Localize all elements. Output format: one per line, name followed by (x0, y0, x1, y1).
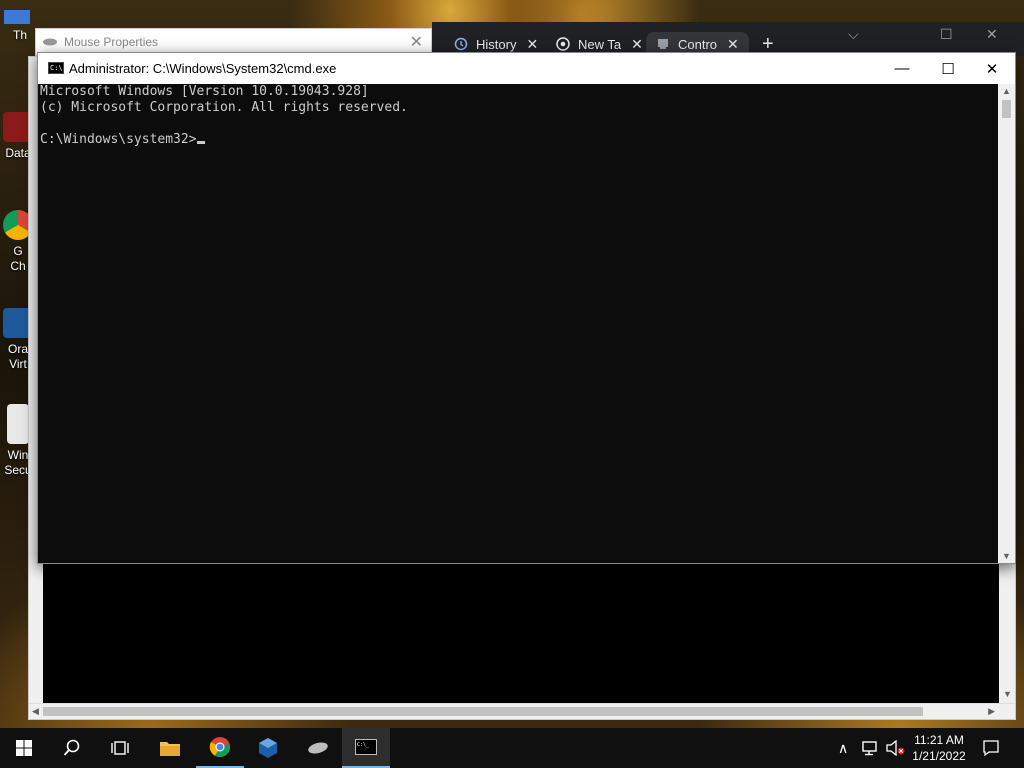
clock-date: 1/21/2022 (912, 749, 966, 763)
virtualbox-icon (259, 738, 277, 758)
console-output[interactable]: Microsoft Windows [Version 10.0.19043.92… (40, 84, 998, 562)
cmd-titlebar[interactable]: C:\ Administrator: C:\Windows\System32\c… (38, 53, 1015, 84)
scroll-left-icon[interactable]: ◀ (32, 706, 39, 717)
chrome-icon (209, 737, 230, 758)
scroll-down-icon[interactable]: ▼ (1002, 551, 1011, 561)
task-view-button[interactable] (96, 728, 144, 768)
taskbar-mouse-properties[interactable] (294, 728, 342, 768)
tab-label: History (476, 36, 517, 52)
start-button[interactable] (0, 728, 48, 768)
history-icon (454, 37, 468, 51)
scrollbar-thumb[interactable] (1002, 100, 1011, 118)
chrome-window: History ✕ New Ta ✕ Contro ✕ + ⌵ ☐ ✕ (432, 22, 1024, 56)
maximize-button[interactable]: ☐ (925, 53, 971, 84)
search-icon (63, 739, 80, 756)
cmd-window: C:\ Administrator: C:\Windows\System32\c… (37, 52, 1016, 564)
close-icon[interactable]: ✕ (410, 32, 423, 52)
control-panel-icon (658, 39, 668, 49)
tab-label: New Ta (578, 36, 622, 52)
file-explorer-icon (160, 742, 180, 756)
clock-time: 11:21 AM (914, 733, 964, 747)
scroll-right-icon[interactable]: ▶ (988, 706, 995, 717)
taskbar-chrome[interactable] (196, 728, 244, 768)
mouse-icon (43, 38, 57, 46)
minimize-button[interactable]: — (879, 53, 925, 84)
chevron-down-icon[interactable]: ⌵ (848, 26, 859, 43)
scroll-up-icon[interactable]: ▲ (1002, 86, 1011, 96)
taskbar-clock[interactable]: 11:21 AM 1/21/2022 (904, 732, 974, 764)
tab-label: Contro (678, 36, 718, 52)
maximize-icon[interactable]: ☐ (940, 26, 953, 43)
tab-close-icon[interactable]: ✕ (631, 36, 643, 53)
console-prompt: C:\Windows\system32> (40, 132, 197, 147)
desktop-icon-unknown[interactable]: Th (0, 10, 36, 43)
scrollbar-thumb[interactable] (43, 707, 923, 716)
task-view-icon (111, 741, 129, 755)
volume-muted-icon (886, 740, 905, 756)
mouse-icon (308, 742, 328, 754)
cmd-app-icon[interactable]: C:\ (48, 62, 64, 74)
console-prompt-line: C:\Windows\system32> (40, 132, 998, 148)
tab-close-icon[interactable]: ✕ (526, 36, 538, 53)
action-center-button[interactable] (982, 728, 1000, 768)
notification-icon (983, 740, 999, 757)
network-icon (862, 741, 877, 756)
close-button[interactable]: ✕ (969, 53, 1015, 84)
taskbar-file-explorer[interactable] (146, 728, 194, 768)
windows-security-icon (7, 404, 29, 444)
scroll-down-icon[interactable]: ▼ (1003, 689, 1012, 699)
console-line: (c) Microsoft Corporation. All rights re… (40, 100, 408, 115)
close-icon[interactable]: ✕ (986, 26, 998, 43)
tab-close-icon[interactable]: ✕ (727, 36, 739, 53)
tray-overflow-button[interactable]: ∧ (838, 728, 848, 768)
cmd-icon: C:\_ (355, 739, 377, 755)
search-button[interactable] (48, 728, 96, 768)
tray-network[interactable] (862, 728, 880, 768)
tray-volume[interactable] (886, 728, 906, 768)
start-icon (16, 740, 32, 756)
svg-text:C:\_: C:\_ (357, 742, 370, 748)
taskbar-cmd[interactable]: C:\_ (342, 728, 390, 768)
taskbar: C:\_ ∧ 11:21 AM 1/21/2022 (0, 728, 1024, 768)
vertical-scrollbar[interactable]: ▲ ▼ (998, 84, 1015, 563)
window-title: Mouse Properties (64, 35, 159, 49)
console-line: Microsoft Windows [Version 10.0.19043.92… (40, 84, 369, 99)
text-cursor (196, 141, 205, 144)
chrome-icon (556, 37, 570, 51)
desktop-icon-label: Th (12, 28, 27, 42)
horizontal-scrollbar[interactable]: ◀ ▶ (29, 703, 1015, 719)
taskbar-virtualbox[interactable] (244, 728, 292, 768)
window-title: Administrator: C:\Windows\System32\cmd.e… (69, 61, 337, 76)
